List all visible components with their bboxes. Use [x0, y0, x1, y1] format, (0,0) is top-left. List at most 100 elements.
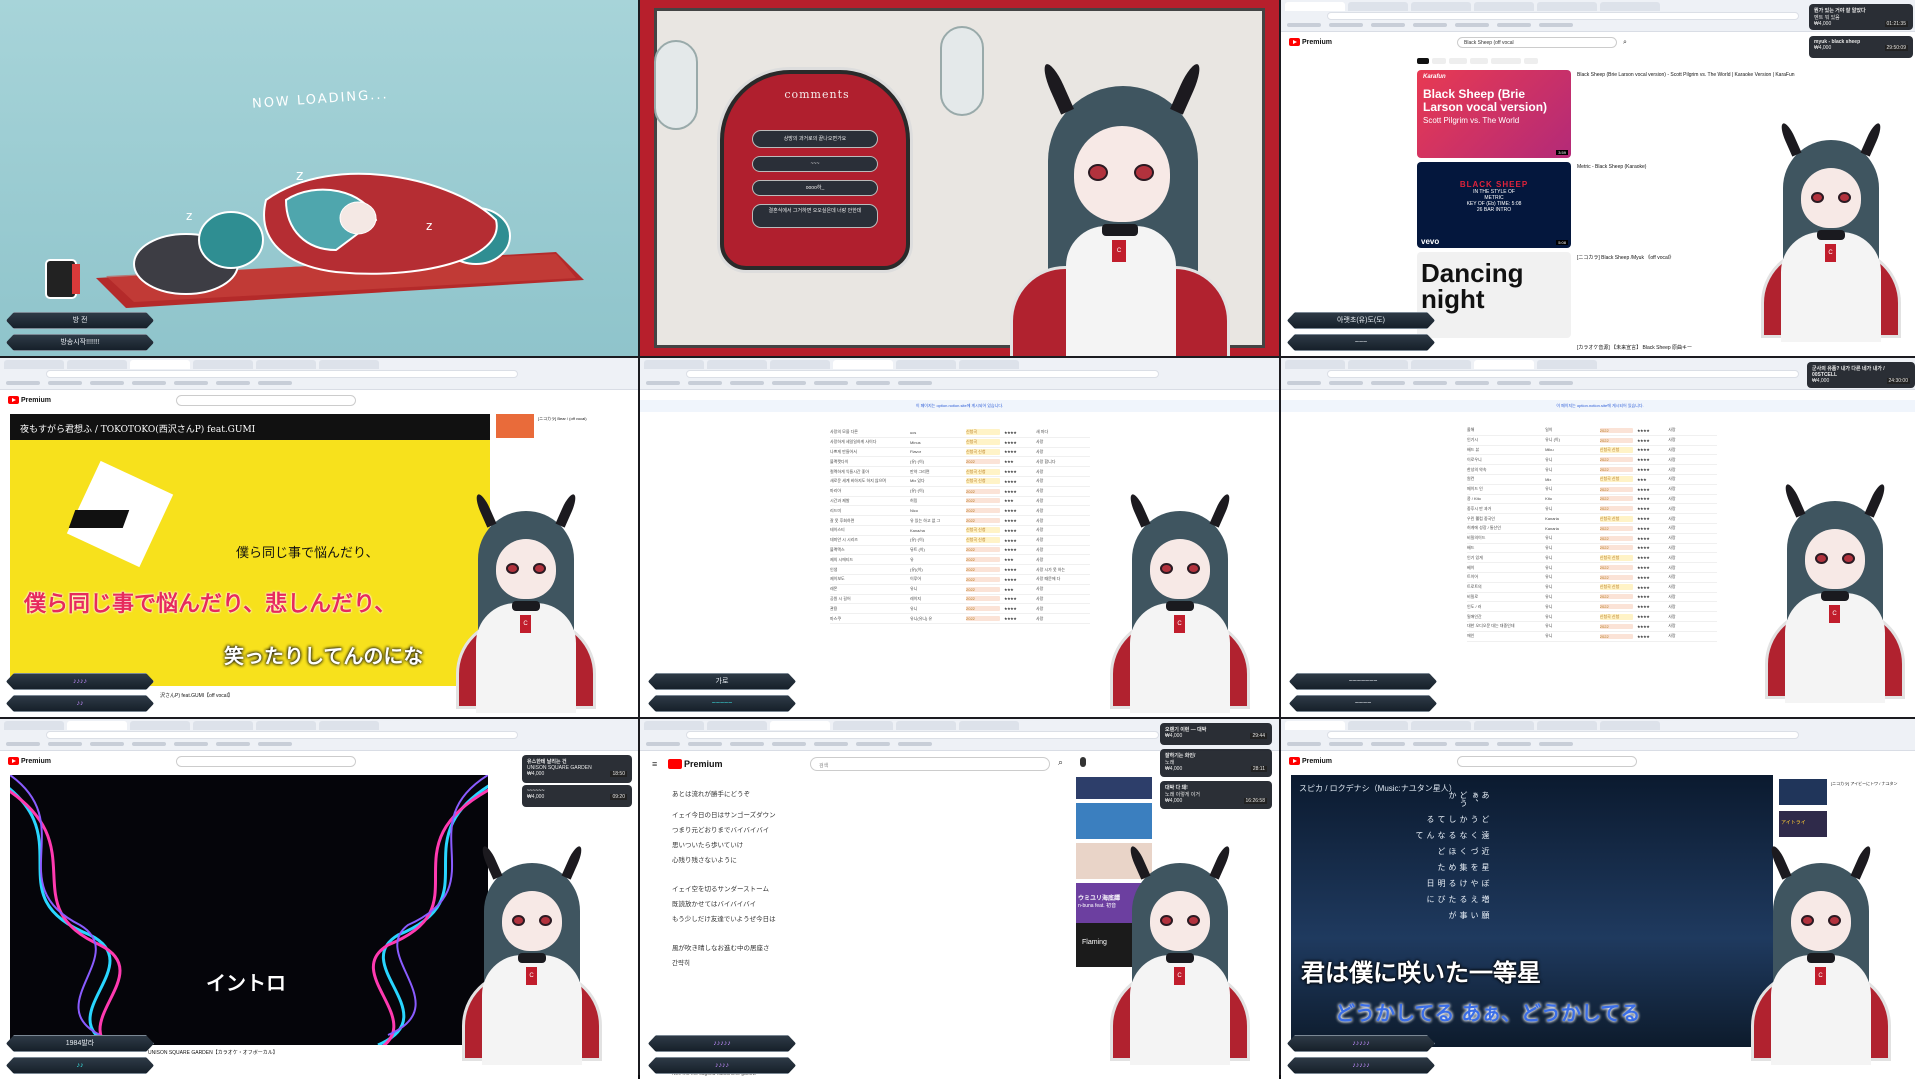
youtube-premium-logo[interactable]: Premium — [1289, 757, 1332, 765]
vtuber-avatar: C — [1110, 839, 1266, 1079]
youtube-premium-logo[interactable]: Premium — [668, 759, 723, 769]
table-row[interactable]: 허게에 성장 / 통산인 Kanaria 2022 ★★★★ 사랑 — [1467, 524, 1717, 534]
table-row[interactable]: 배드 유니 2022 ★★★★ 사랑 — [1467, 544, 1717, 554]
stream-box-1: 가로 — [648, 673, 796, 690]
video-player[interactable]: 夜もすがら君想ふ / TOKOTOKO(西沢さんP) feat.GUMI 僕ら同… — [10, 414, 490, 686]
table-row[interactable]: 우린 웰컴 중국인 Kanaria 신청곡 신청 ★★★★ 사랑 — [1467, 514, 1717, 524]
superchat-price: ₩4,000 — [1814, 45, 1832, 51]
search-icon[interactable]: ⌕ — [1623, 39, 1627, 47]
table-row[interactable]: 마스쿠 유니(유니) 유 2022 ★★★★ 사랑 — [830, 614, 1090, 624]
table-row[interactable]: 메이드 인 유니 2022 ★★★★ 사랑 — [1467, 485, 1717, 495]
table-row[interactable]: 올해 일이 2022 ★★★★ 사랑 — [1467, 426, 1717, 436]
status-cell: 2022 — [966, 459, 1000, 465]
artist-cell: (유)·(이) — [910, 537, 925, 543]
svg-text:z: z — [186, 209, 192, 223]
youtube-premium-logo[interactable]: Premium — [8, 396, 51, 404]
table-row[interactable]: 트로트의 유니 신청곡 신청 ★★★★ 사랑 — [1467, 583, 1717, 593]
song-title-cell: 이로우니 — [1467, 456, 1482, 462]
table-row[interactable]: 비밀의이드 유니 2022 ★★★★ 사랑 — [1467, 534, 1717, 544]
panel-song-list: 이 페이지는 option.notion.site에 게시되어 있습니다. 사랑… — [640, 358, 1279, 717]
table-row[interactable]: 사랑하게 세일일하게 사이다 Minus 신청곡 ★★★★ 사랑 — [830, 438, 1090, 448]
mic-icon[interactable] — [1080, 757, 1086, 767]
table-row[interactable]: 사랑의 모을 다른 ucs 신청곡 ★★★★ 새 마다 — [830, 428, 1090, 438]
note-cell: 사랑 — [1668, 564, 1676, 570]
table-row[interactable]: 새로운 세계 비하지도 하지 않으며 Mix 있다 신청곡 신청 ★★★★ 사랑 — [830, 477, 1090, 487]
superchat-time: 29:44 — [1250, 733, 1267, 739]
side-thumb[interactable] — [1076, 777, 1152, 799]
song-title-cell: 레몬 — [830, 586, 838, 592]
table-row[interactable]: 애인 유니 2022 ★★★★ 사랑 — [1467, 632, 1717, 642]
table-row[interactable]: 데미안 시 시리즈 (유)·(이) 신청곡 신청 ★★★★ 사랑 — [830, 536, 1090, 546]
table-row[interactable]: 베이 유니 2022 ★★★★ 사랑 — [1467, 563, 1717, 573]
table-row[interactable]: 트이어 유니 2022 ★★★★ 사랑 — [1467, 573, 1717, 583]
table-row[interactable]: 컬렉하게 익들시간 좋아 만약 그리면 신청곡 신청 ★★★★ 사랑 — [830, 467, 1090, 477]
table-row[interactable]: 관용 유니 2022 ★★★★ 사랑 — [830, 604, 1090, 615]
side-thumb[interactable] — [1779, 779, 1827, 805]
side-thumb[interactable] — [1076, 803, 1152, 839]
table-row[interactable]: 이로우니 유니 2022 ★★★★ 사랑 — [1467, 455, 1717, 466]
youtube-premium-logo[interactable]: Premium — [8, 757, 51, 765]
thumb-subtitle: Scott Pilgrim vs. The World — [1423, 116, 1520, 125]
result-title[interactable]: Black Sheep (Brie Larson vocal version) … — [1577, 72, 1857, 79]
table-row[interactable]: 마리아 (유)·(이) 2022 ★★★★ 사랑 — [830, 487, 1090, 497]
result-thumb-karafun[interactable]: Karafun Black Sheep (Brie Larson vocal v… — [1417, 70, 1571, 158]
table-row[interactable]: 잘 못 후회하면 유 있는 하고 없 그 2022 ★★★★ 사랑 — [830, 516, 1090, 526]
lyric-line: 思いついたら歩いていけ — [672, 842, 744, 849]
superchat-sub: 멘트 뭐 있음 — [1814, 15, 1840, 21]
table-row[interactable]: 테이스티 Kana/na 신청곡 신청 ★★★★ 사랑 — [830, 526, 1090, 536]
table-row[interactable]: 블랙캣다이 (유)·(이) 2022 ★★★ 사랑 합니다 — [830, 457, 1090, 468]
video-player[interactable]: イントロ — [10, 775, 488, 1045]
comment-option[interactable]: ~~~ — [752, 156, 878, 172]
note-cell: 사랑 — [1668, 525, 1676, 531]
table-row[interactable]: 제이보도 이루어 2022 ★★★★ 사랑 때문에 다 — [830, 575, 1090, 585]
table-row[interactable]: 한성의 약속 유니 2022 ★★★★ 사랑 — [1467, 465, 1717, 475]
table-row[interactable]: 중후시 만 과거 유니 2022 ★★★★ 사랑 — [1467, 504, 1717, 515]
status-cell: 신청곡 신청 — [1599, 446, 1633, 453]
video-player[interactable]: スピカ / ロクデナシ（Music:ナユタン星人） 願い事が 増えるたびに ぼや… — [1291, 775, 1773, 1047]
comment-option[interactable]: oooo하_ — [752, 180, 878, 196]
search-input[interactable] — [176, 756, 356, 767]
thumb-big-text: BLACK SHEEP — [1459, 180, 1529, 189]
table-row[interactable]: 인기시 유니 (이) 2022 ★★★★ 사랑 — [1467, 436, 1717, 446]
search-input[interactable]: Black Sheep (off vocal — [1457, 37, 1617, 48]
table-row[interactable]: 레몬 유니 2022 ★★★ 사랑 — [830, 585, 1090, 595]
side-thumb[interactable] — [496, 414, 534, 438]
table-row[interactable]: 인생 (유)(이) 2022 ★★★★ 사랑 시가 못 하는 — [830, 565, 1090, 575]
menu-icon[interactable]: ≡ — [652, 759, 657, 769]
youtube-premium-logo[interactable]: Premium — [1289, 38, 1332, 46]
side-title[interactable]: [ニコカラ] アイビーにトワ / ナユタン — [1831, 781, 1915, 787]
side-title[interactable]: [ニコカラ] Bear / (off vocal) — [538, 416, 634, 422]
table-row[interactable]: 대한 오디오문 대는 대중인데 유니 2022 ★★★★ 사랑 — [1467, 622, 1717, 632]
lyric-column: 願い事が — [1448, 911, 1490, 919]
show-less-link[interactable]: 간략히 — [672, 956, 972, 971]
table-row[interactable]: 쿵 / Kito Kito 2022 ★★★★ 사랑 — [1467, 495, 1717, 505]
song-title-cell: 테이스티 — [830, 527, 845, 533]
table-row[interactable]: 비밀로 유니 2022 ★★★★ 사랑 — [1467, 593, 1717, 603]
table-row[interactable]: 리드미 Nico 2022 ★★★★ 사랑 — [830, 506, 1090, 517]
result-thumb-myuk[interactable]: Dancing night — [1417, 252, 1571, 338]
vtuber-avatar: C — [1010, 56, 1230, 356]
table-row[interactable]: 밀애인간 유니 신청곡 신청 ★★★★ 사랑 — [1467, 612, 1717, 622]
table-row[interactable]: 인기 있게 유니 신청곡 신청 ★★★★ 사랑 — [1467, 553, 1717, 564]
rating-cell: ★★★★ — [1636, 565, 1650, 571]
note-cell: 사랑 — [1668, 456, 1676, 462]
search-icon[interactable]: ⌕ — [1058, 757, 1063, 768]
table-row[interactable]: 공원 시 길어 레이지 2022 ★★★★ 사랑 — [830, 595, 1090, 605]
search-input[interactable] — [176, 395, 356, 406]
table-row[interactable]: 원컨 Mix 신청곡 신청 ★★★ 사랑 — [1467, 475, 1717, 485]
search-input[interactable] — [1457, 756, 1637, 767]
status-cell: 2022 — [1599, 594, 1633, 600]
lyrics-list: あとは流れが勝手にどうぞ イェイ今日の日はサンゴーズダウン つまり元どおりまでバ… — [672, 787, 972, 971]
table-row[interactable]: 시간과 제발 허밍 2022 ★★★ 사랑 — [830, 497, 1090, 507]
search-input[interactable]: 검색 — [810, 757, 1050, 771]
comment-option[interactable]: 상방의 과거로의 끝나오면가요 — [752, 130, 878, 148]
table-row[interactable]: 제의 시에티드 유 2022 ★★★ 사랑 — [830, 555, 1090, 566]
side-thumb[interactable]: アイトライ — [1779, 811, 1827, 837]
comment-option[interactable]: 결혼식에서 그거하면 오오싶은데 너랑 안한데 — [752, 204, 878, 228]
table-row[interactable]: 배드 뷰 Miku 신청곡 신청 ★★★★ 사랑 — [1467, 446, 1717, 456]
table-row[interactable]: 나쁘게 만들어서 Flavor 신청곡 신청 ★★★★ 사랑 — [830, 448, 1090, 458]
result-thumb-metric[interactable]: BLACK SHEEP IN THE STYLE OF METRIC KEY O… — [1417, 162, 1571, 248]
superchat-card: myuk - black sheep ₩4,000 29:50:09 — [1809, 36, 1913, 58]
table-row[interactable]: 인도 / 러 유니 2022 ★★★★ 사랑 — [1467, 602, 1717, 613]
table-row[interactable]: 블랙맥스 뮤트 (이) 2022 ★★★★ 사랑 — [830, 546, 1090, 556]
